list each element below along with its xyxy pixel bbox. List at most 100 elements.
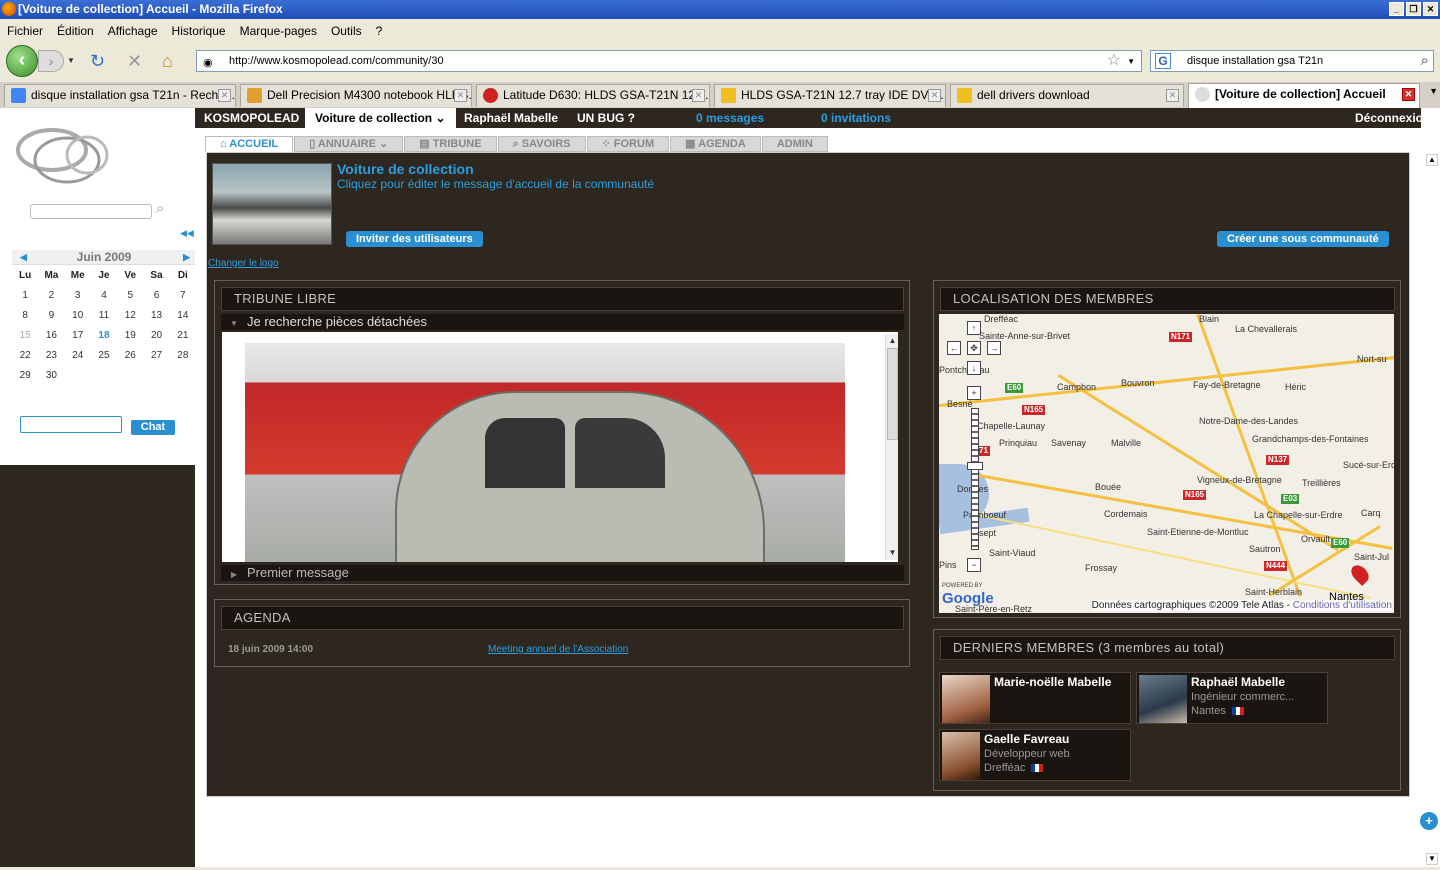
calendar-day[interactable]: 18 [91,330,117,341]
google-engine-icon[interactable]: G [1155,53,1171,69]
calendar-day[interactable]: 24 [65,350,91,361]
tab-dell-drivers[interactable]: dell drivers download ✕ [950,84,1184,107]
map-marker-icon[interactable] [1347,561,1373,587]
calendar-day[interactable]: 28 [170,350,196,361]
close-window-button[interactable]: ✕ [1423,2,1438,16]
maximize-button[interactable]: ❐ [1406,2,1421,16]
calendar-day[interactable]: 16 [38,330,64,341]
site-identity-icon[interactable]: ◉ [203,53,221,69]
logout-link[interactable]: Déconnexion [1355,108,1430,128]
create-subcommunity-button[interactable]: Créer une sous communauté [1217,231,1389,247]
chat-input[interactable] [20,416,122,433]
collapse-sidebar-icon[interactable]: ◀◀ [180,228,194,239]
next-month-icon[interactable]: ▶ [183,250,190,265]
forward-button[interactable]: › [38,50,64,72]
calendar-day[interactable]: 12 [117,310,143,321]
reload-icon[interactable]: ↻ [90,51,105,71]
change-logo-link[interactable]: Changer le logo [208,258,279,269]
calendar-day[interactable]: 10 [65,310,91,321]
calendar-day[interactable]: 13 [143,310,169,321]
back-button[interactable]: ‹ [6,45,38,77]
messages-link[interactable]: 0 messages [696,108,764,128]
prev-month-icon[interactable]: ◀ [20,250,27,265]
menu-fichier[interactable]: Fichier [7,24,43,38]
pan-left-icon[interactable]: ← [947,341,961,355]
url-text[interactable]: http://www.kosmopolead.com/community/30 [229,55,444,67]
calendar-day[interactable]: 20 [143,330,169,341]
event-link[interactable]: Meeting annuel de l'Association [488,644,628,655]
zoom-in-icon[interactable]: + [967,386,981,400]
calendar-day[interactable]: 22 [12,350,38,361]
calendar-day[interactable]: 1 [12,290,38,301]
tab-voiture-active[interactable]: [Voiture de collection] Accueil ✕ [1188,83,1420,108]
close-tab-icon[interactable]: ✕ [218,89,231,102]
tab-agenda[interactable]: ▦ AGENDA [670,136,761,152]
calendar-day[interactable]: 8 [12,310,38,321]
calendar-day[interactable]: 4 [91,290,117,301]
zoom-slider-handle[interactable] [967,462,983,470]
chat-button[interactable]: Chat [131,420,175,435]
calendar-day[interactable]: 30 [38,370,64,381]
calendar-day[interactable]: 15 [12,330,38,341]
sidebar-search-input[interactable] [30,204,152,219]
stop-icon[interactable]: ✕ [127,51,142,71]
tab-list-icon[interactable]: ▼ [1429,86,1438,96]
calendar-day[interactable]: 14 [170,310,196,321]
zoom-slider[interactable] [971,408,979,550]
close-tab-icon[interactable]: ✕ [928,89,941,102]
tab-tribune[interactable]: ▤ TRIBUNE [404,136,497,152]
menu-edition[interactable]: Édition [57,24,94,38]
tab-accueil[interactable]: ⌂ ACCUEIL [205,136,294,152]
tab-annuaire[interactable]: ▯ ANNUAIRE ⌄ [294,136,404,152]
member-card[interactable]: Raphaël Mabelle Ingénieur commerc... Nan… [1136,672,1328,724]
history-dropdown-icon[interactable]: ▼ [67,56,75,65]
member-name[interactable]: Raphaël Mabelle [1191,675,1285,689]
tab-dell-precision[interactable]: Dell Precision M4300 notebook HLDS... ✕ [240,84,472,107]
member-name[interactable]: Marie-noëlle Mabelle [994,675,1111,689]
calendar-day[interactable]: 21 [170,330,196,341]
calendar-day[interactable]: 11 [91,310,117,321]
calendar-day[interactable]: 5 [117,290,143,301]
menu-help[interactable]: ? [376,24,383,38]
search-bar[interactable]: G disque installation gsa T21n ⌕ [1150,50,1434,72]
calendar-day[interactable]: 17 [65,330,91,341]
scroll-down-icon[interactable]: ▼ [1426,853,1438,865]
pan-center-icon[interactable]: ✥ [967,341,981,355]
member-card[interactable]: Marie-noëlle Mabelle [939,672,1131,724]
member-name[interactable]: Gaelle Favreau [984,732,1069,746]
calendar-day[interactable]: 26 [117,350,143,361]
search-text[interactable]: disque installation gsa T21n [1187,55,1323,67]
close-tab-icon[interactable]: ✕ [1166,89,1179,102]
invite-users-button[interactable]: Inviter des utilisateurs [346,231,483,247]
tab-admin[interactable]: ADMIN [761,136,828,152]
menu-historique[interactable]: Historique [172,24,226,38]
search-icon[interactable]: ⌕ [156,200,164,217]
home-icon[interactable]: ⌂ [162,51,173,71]
pan-down-icon[interactable]: ↓ [967,361,981,375]
search-icon[interactable]: ⌕ [1421,51,1429,71]
calendar-day[interactable]: 6 [143,290,169,301]
terms-link[interactable]: Conditions d'utilisation [1293,600,1392,611]
tab-latitude[interactable]: Latitude D630: HLDS GSA-T21N 12.... ✕ [476,84,710,107]
close-tab-icon[interactable]: ✕ [1402,88,1415,101]
menu-outils[interactable]: Outils [331,24,362,38]
add-icon[interactable]: + [1420,812,1438,830]
close-tab-icon[interactable]: ✕ [454,89,467,102]
pan-up-icon[interactable]: ↑ [967,321,981,335]
community-logo-image[interactable] [212,163,332,245]
post-scrollbar[interactable]: ▲ ▼ [885,334,898,560]
calendar-day[interactable]: 7 [170,290,196,301]
community-dropdown[interactable]: Voiture de collection ⌄ [305,108,456,128]
calendar-day[interactable]: 2 [38,290,64,301]
first-message-link[interactable]: ▶ Premier message [221,565,904,581]
tab-forum[interactable]: ⁘ FORUM [586,136,670,152]
google-logo[interactable]: Google [942,590,994,607]
calendar-day[interactable]: 23 [38,350,64,361]
bookmark-star-icon[interactable]: ☆ [1107,51,1121,71]
welcome-message[interactable]: Cliquez pour éditer le message d'accueil… [337,177,654,191]
brand-link[interactable]: KOSMOPOLEAD [204,108,299,128]
scroll-up-icon[interactable]: ▲ [1426,154,1438,166]
tab-google-search[interactable]: disque installation gsa T21n - Reche... … [4,84,236,107]
tab-hlds[interactable]: HLDS GSA-T21N 12.7 tray IDE DVD... ✕ [714,84,946,107]
url-dropdown-icon[interactable]: ▼ [1127,52,1135,72]
